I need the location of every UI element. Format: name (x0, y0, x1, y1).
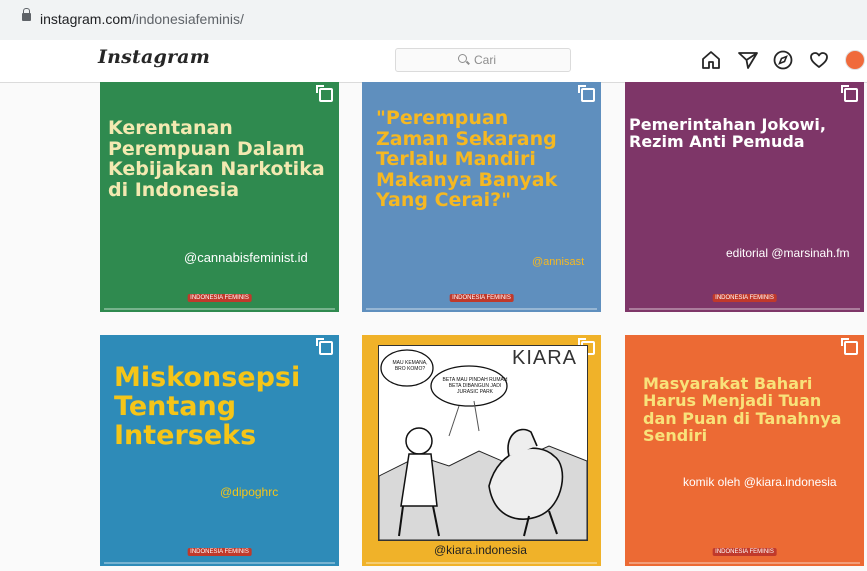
post-tile[interactable]: Miskonsepsi Tentang Interseks @dipoghrc … (100, 335, 339, 566)
search-placeholder: Cari (474, 53, 497, 67)
hashtag-strip (104, 562, 335, 564)
post-handle: @annisast (532, 256, 585, 268)
instagram-logo[interactable]: Instagram (98, 46, 210, 68)
brand-logo: INDONESIA FEMINIS (187, 548, 252, 556)
post-handle: komik oleh @kiara.indonesia (683, 475, 837, 489)
post-handle: @dipoghrc (220, 485, 279, 499)
speech-bubble: BETA MAU PINDAH RUMAH BETA DIBANGUN JADI… (442, 377, 508, 395)
search-input[interactable]: Cari (395, 48, 571, 72)
post-title: Kerentanan Perempuan Dalam Kebijakan Nar… (108, 117, 325, 201)
explore-icon[interactable] (772, 49, 794, 71)
post-title: Pemerintahan Jokowi, Rezim Anti Pemuda (629, 115, 826, 152)
brand-logo: INDONESIA FEMINIS (712, 294, 777, 302)
comic-illustration (378, 345, 588, 541)
direct-icon[interactable] (737, 49, 759, 71)
post-handle: @cannabisfeminist.id (184, 250, 308, 265)
url-path: /indonesiafeminis/ (131, 11, 244, 27)
hashtag-strip (104, 308, 335, 310)
post-tile[interactable]: KIARA MAU KEMANA, BRO KOMO? BETA MAU PIN… (362, 335, 601, 566)
post-handle: editorial @marsinah.fm (726, 246, 850, 260)
post-tile[interactable]: "Perempuan Zaman Sekarang Terlalu Mandir… (362, 82, 601, 312)
post-title: Miskonsepsi Tentang Interseks (114, 362, 301, 452)
speech-bubble: MAU KEMANA, BRO KOMO? (392, 360, 428, 372)
multiple-posts-icon (316, 338, 333, 355)
heart-icon[interactable] (808, 49, 830, 71)
post-handle: @kiara.indonesia (434, 543, 527, 557)
hashtag-strip (629, 308, 860, 310)
url-text[interactable]: instagram.com/indonesiafeminis/ (40, 11, 244, 27)
profile-avatar[interactable] (845, 50, 865, 70)
multiple-posts-icon (316, 85, 333, 102)
comic-brand: KIARA (512, 347, 578, 369)
brand-logo: INDONESIA FEMINIS (712, 548, 777, 556)
url-host: instagram.com (40, 11, 132, 27)
post-title: Masyarakat Bahari Harus Menjadi Tuan dan… (643, 374, 842, 445)
post-tile[interactable]: Masyarakat Bahari Harus Menjadi Tuan dan… (625, 335, 864, 566)
multiple-posts-icon (841, 338, 858, 355)
multiple-posts-icon (841, 85, 858, 102)
instagram-nav: Instagram Cari (0, 40, 867, 83)
brand-logo: INDONESIA FEMINIS (449, 294, 514, 302)
home-icon[interactable] (700, 49, 722, 71)
hashtag-strip (366, 308, 597, 310)
post-tile[interactable]: Pemerintahan Jokowi, Rezim Anti Pemuda e… (625, 82, 864, 312)
post-tile[interactable]: Kerentanan Perempuan Dalam Kebijakan Nar… (100, 82, 339, 312)
multiple-posts-icon (578, 85, 595, 102)
brand-logo: INDONESIA FEMINIS (187, 294, 252, 302)
comic-drawing (379, 346, 587, 540)
lock-icon (22, 8, 31, 21)
post-title: "Perempuan Zaman Sekarang Terlalu Mandir… (376, 107, 558, 212)
hashtag-strip (629, 562, 860, 564)
browser-address-bar[interactable]: instagram.com/indonesiafeminis/ (0, 0, 867, 41)
search-icon (458, 54, 467, 63)
hashtag-strip (366, 562, 597, 564)
